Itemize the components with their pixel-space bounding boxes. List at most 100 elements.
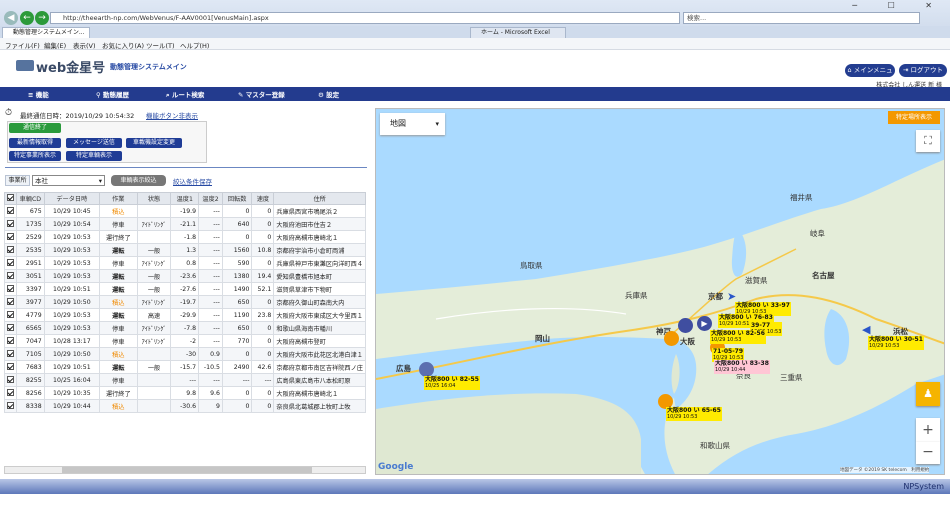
- table-row[interactable]: 6565 10/29 10:53 停車 ｱｲﾄﾞﾘﾝｸﾞ -7.8 --- 650 0 和歌山県…: [4, 321, 366, 335]
- filter-vehicles-button[interactable]: 車輌表示絞込: [111, 175, 166, 186]
- row-checkbox[interactable]: [4, 308, 17, 322]
- nav-route-search[interactable]: ⌕ ルート検索: [166, 89, 204, 100]
- table-row[interactable]: 4779 10/29 10:53 運転 高速 -29.9 --- 1190 23.8 大阪府大阪…: [4, 308, 366, 322]
- row-checkbox[interactable]: [4, 360, 17, 374]
- back-arrow-icon[interactable]: ◀: [4, 11, 18, 25]
- menu-help[interactable]: ヘルプ(H): [180, 40, 209, 50]
- table-row[interactable]: 3051 10/29 10:53 運転 一般 -23.6 --- 1380 19.4 愛知県豊橋…: [4, 269, 366, 283]
- latest-info-button[interactable]: 最新情報取得: [9, 138, 61, 148]
- forward-button[interactable]: →: [35, 11, 49, 25]
- message-send-button[interactable]: メッセージ送信: [66, 138, 122, 148]
- map-attribution[interactable]: 地図データ ©2019 SK telecom 利用規約: [840, 467, 930, 473]
- row-checkbox[interactable]: [4, 256, 17, 270]
- vehicle-label[interactable]: 大阪800 い 30-51 10/29 10:53: [868, 336, 924, 350]
- table-cell: 1190: [221, 308, 253, 322]
- row-checkbox[interactable]: [4, 334, 17, 348]
- main-menu-button[interactable]: ⌂ メインメニュー: [845, 64, 895, 87]
- table-cell: 滋賀県草津市下物町: [273, 282, 366, 296]
- vehicle-marker-icon[interactable]: ▶: [697, 316, 712, 331]
- table-cell: 0: [251, 204, 275, 218]
- car-settings-button[interactable]: 車載機設定変更: [126, 138, 182, 148]
- row-checkbox[interactable]: [4, 204, 17, 218]
- table-cell: -27.6: [170, 282, 200, 296]
- select-all-checkbox[interactable]: [4, 192, 17, 205]
- table-row[interactable]: 7047 10/28 13:17 停車 ｱｲﾄﾞﾘﾝｸﾞ -2 --- 770 0 大阪府高槻市…: [4, 334, 366, 348]
- table-row[interactable]: 2535 10/29 10:53 運転 一般 1.3 --- 1560 10.8 京都府宇治市小…: [4, 243, 366, 257]
- row-checkbox[interactable]: [4, 217, 17, 231]
- vehicle-marker-icon[interactable]: [419, 362, 434, 377]
- fullscreen-icon[interactable]: ⛶: [916, 130, 940, 152]
- end-comm-button[interactable]: 通信終了: [9, 123, 61, 133]
- chevron-down-icon: ▾: [98, 177, 102, 185]
- table-row[interactable]: 7105 10/29 10:50 積込 -30 0.9 0 0 大阪府大阪市此花区北港白津１: [4, 347, 366, 361]
- special-vehicle-button[interactable]: 特定車輌表示: [66, 151, 122, 161]
- vehicle-marker-icon[interactable]: [664, 331, 679, 346]
- row-checkbox[interactable]: [4, 230, 17, 244]
- back-button[interactable]: ←: [20, 11, 34, 25]
- row-checkbox[interactable]: [4, 373, 17, 387]
- map-type-select[interactable]: 地図: [380, 113, 445, 135]
- vehicle-label[interactable]: 大阪800 い 82-56 10/29 10:53: [710, 330, 766, 344]
- table-row[interactable]: 3977 10/29 10:50 積込 ｱｲﾄﾞﾘﾝｸﾞ -19.7 --- 650 0 京都府…: [4, 295, 366, 309]
- table-row[interactable]: 8338 10/29 10:44 積込 -30.6 9 0 0 奈良県北葛城郡上牧町上牧: [4, 399, 366, 413]
- map[interactable]: [375, 108, 945, 475]
- vehicle-label[interactable]: 大阪800 い 82-55 10/25 16:04: [424, 376, 480, 390]
- row-checkbox[interactable]: [4, 243, 17, 257]
- scrollbar-thumb[interactable]: [62, 467, 312, 473]
- table-row[interactable]: 675 10/29 10:45 積込 -19.9 --- 0 0 兵庫県西宮市鳴尾浜２: [4, 204, 366, 218]
- table-cell: ---: [198, 269, 223, 283]
- table-row[interactable]: 8255 10/25 16:04 停車 --- --- --- --- 広島県東広島市八本松町…: [4, 373, 366, 387]
- row-checkbox[interactable]: [4, 399, 17, 413]
- city-okayama: 岡山: [535, 334, 550, 343]
- table-row[interactable]: 3397 10/29 10:51 運転 一般 -27.6 --- 1490 52.1 滋賀県草津…: [4, 282, 366, 296]
- row-checkbox[interactable]: [4, 282, 17, 296]
- vehicle-marker-arrow-icon[interactable]: ◀: [862, 323, 870, 336]
- tab-excel[interactable]: ホーム - Microsoft Excel: [470, 27, 566, 38]
- vehicle-label[interactable]: 大阪800 い 65-65 10/29 10:53: [666, 407, 722, 421]
- address-bar[interactable]: http://theearth-np.com/WebVenus/F-AAV000…: [50, 12, 680, 24]
- vehicle-marker-icon[interactable]: [678, 318, 693, 333]
- menu-file[interactable]: ファイル(F): [5, 40, 40, 50]
- table-row[interactable]: 7683 10/29 10:51 運転 一般 -15.7 -10.5 2490 42.6 京都府…: [4, 360, 366, 374]
- tab-main[interactable]: 動態管理システムメイン...: [2, 27, 90, 38]
- row-checkbox[interactable]: [4, 347, 17, 361]
- special-location-button[interactable]: 特定場所表示: [888, 111, 940, 124]
- window-controls[interactable]: ─ ☐ ✕: [852, 1, 946, 10]
- table-cell: 9.6: [198, 386, 223, 400]
- table-cell: 8338: [16, 399, 45, 413]
- logout-button[interactable]: ⇥ ログアウト: [899, 64, 947, 77]
- save-filter-link[interactable]: 絞込条件保存: [173, 176, 212, 186]
- nav-settings[interactable]: ⚙ 設定: [318, 89, 339, 99]
- table-cell: 10/29 10:53: [43, 321, 101, 335]
- table-cell: 運転: [99, 243, 138, 257]
- table-row[interactable]: 1735 10/29 10:54 停車 ｱｲﾄﾞﾘﾝｸﾞ -21.1 --- 640 0 大阪府…: [4, 217, 366, 231]
- nav-master-registration[interactable]: ✎ マスター登録: [238, 89, 285, 99]
- vehicle-label[interactable]: 大阪800 い 83-38 10/29 10:44: [714, 360, 770, 374]
- menu-tools[interactable]: ツール(T): [146, 40, 175, 50]
- nav-functions[interactable]: ≡ 機能: [28, 89, 49, 99]
- special-office-button[interactable]: 特定事業所表示: [9, 151, 61, 161]
- office-label: 事業所: [5, 175, 30, 186]
- menu-favorites[interactable]: お気に入り(A): [102, 40, 144, 50]
- app-logo: web金星号: [36, 61, 106, 76]
- row-checkbox[interactable]: [4, 269, 17, 283]
- table-cell: ｱｲﾄﾞﾘﾝｸﾞ: [136, 256, 172, 270]
- table-cell: 0: [251, 217, 275, 231]
- table-row[interactable]: 8256 10/29 10:35 運行終了 9.8 9.6 0 0 大阪府高槻市唐崎北１: [4, 386, 366, 400]
- hide-function-buttons-link[interactable]: 機能ボタン非表示: [146, 110, 198, 120]
- row-checkbox[interactable]: [4, 321, 17, 335]
- menu-edit[interactable]: 編集(E): [44, 40, 66, 50]
- office-select[interactable]: 本社 ▾: [32, 175, 105, 186]
- nav-history[interactable]: ⚲ 動態履歴: [96, 89, 129, 99]
- menu-view[interactable]: 表示(V): [73, 40, 96, 50]
- zoom-out-button[interactable]: −: [916, 442, 940, 464]
- street-view-icon[interactable]: ♟: [916, 382, 940, 406]
- row-checkbox[interactable]: [4, 386, 17, 400]
- table-row[interactable]: 2529 10/29 10:53 運行終了 -1.8 --- 0 0 大阪府高槻市唐崎北１: [4, 230, 366, 244]
- zoom-in-button[interactable]: +: [916, 418, 940, 442]
- row-checkbox[interactable]: [4, 295, 17, 309]
- browser-search-input[interactable]: 検索...: [683, 12, 920, 24]
- table-row[interactable]: 2951 10/29 10:53 停車 ｱｲﾄﾞﾘﾝｸﾞ 0.8 --- 590 0 兵庫県神戸…: [4, 256, 366, 270]
- checkbox[interactable]: [7, 194, 14, 201]
- table-cell: 1560: [221, 243, 253, 257]
